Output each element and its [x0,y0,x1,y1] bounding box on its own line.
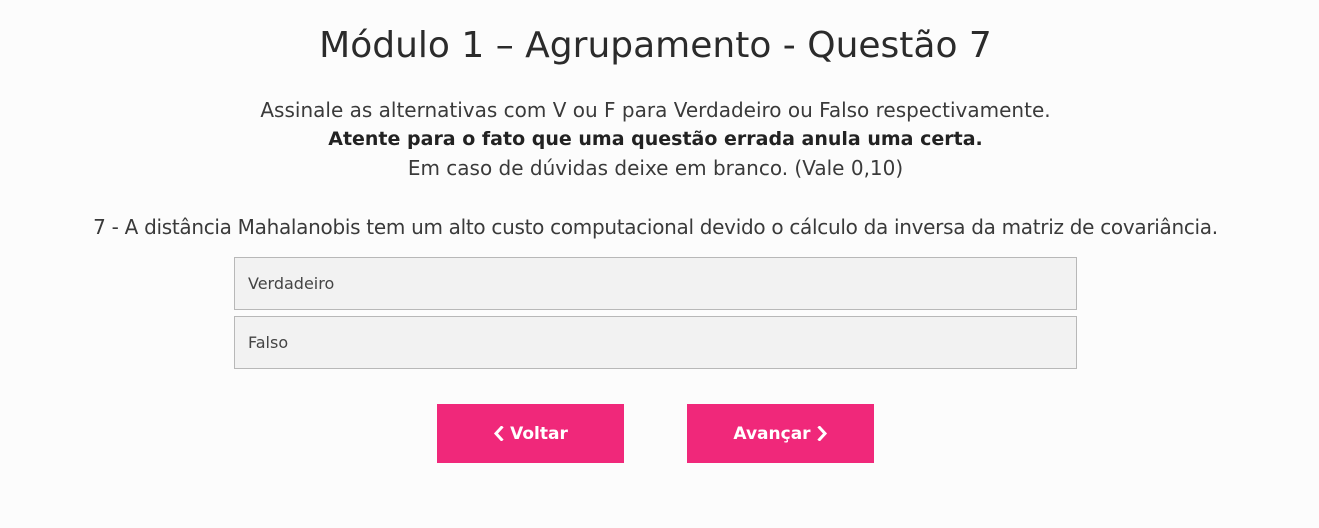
quiz-page: Módulo 1 – Agrupamento - Questão 7 Assin… [0,0,1319,528]
back-button[interactable]: Voltar [437,404,624,463]
instructions-line-1: Assinale as alternativas com V ou F para… [260,98,1051,122]
page-title: Módulo 1 – Agrupamento - Questão 7 [319,25,992,66]
next-button-label: Avançar [733,423,811,444]
instructions: Assinale as alternativas com V ou F para… [0,96,1311,183]
instructions-warning: Atente para o fato que uma questão errad… [328,128,983,150]
next-button[interactable]: Avançar [687,404,874,463]
chevron-left-icon [493,426,504,441]
question-text: 7 - A distância Mahalanobis tem um alto … [93,215,1218,239]
back-button-label: Voltar [510,423,568,444]
option-label: Falso [248,333,289,352]
option-label: Verdadeiro [248,274,335,293]
instructions-line-3: Em caso de dúvidas deixe em branco. (Val… [407,156,904,180]
answer-options: Verdadeiro Falso [234,257,1077,375]
option-falso[interactable]: Falso [234,316,1077,369]
chevron-right-icon [816,426,828,441]
option-verdadeiro[interactable]: Verdadeiro [234,257,1077,310]
